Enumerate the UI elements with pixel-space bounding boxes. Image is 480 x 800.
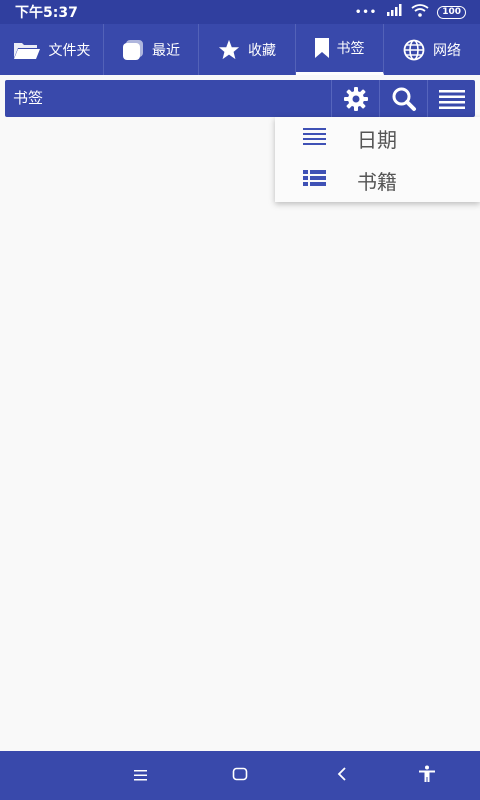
settings-button[interactable] bbox=[331, 80, 379, 117]
search-icon bbox=[391, 86, 417, 112]
status-bar: 下午5:37 ••• 100 bbox=[0, 0, 480, 24]
star-icon bbox=[218, 39, 240, 61]
tab-recent[interactable]: 最近 bbox=[104, 24, 199, 75]
bookmark-icon bbox=[314, 38, 329, 58]
tab-label: 书签 bbox=[336, 41, 365, 57]
tab-favorites[interactable]: 收藏 bbox=[199, 24, 296, 75]
status-icons: ••• 100 bbox=[355, 3, 466, 21]
tab-label: 收藏 bbox=[248, 42, 276, 59]
view-menu-button[interactable] bbox=[427, 80, 475, 117]
folder-icon bbox=[13, 40, 41, 60]
view-mode-dropdown: 日期 书籍 bbox=[275, 117, 480, 202]
menu-lines-icon bbox=[438, 88, 466, 110]
system-navigation-bar bbox=[0, 751, 480, 800]
tab-bookmarks[interactable]: 书签 bbox=[296, 24, 384, 75]
wifi-icon bbox=[411, 3, 429, 21]
tab-label: 网络 bbox=[433, 42, 461, 59]
toolbar-title: 书签 bbox=[13, 89, 44, 107]
menu-item-book[interactable]: 书籍 bbox=[275, 159, 480, 201]
menu-item-label: 日期 bbox=[357, 127, 397, 152]
tab-label: 文件夹 bbox=[48, 42, 91, 59]
back-chevron-icon bbox=[336, 766, 348, 786]
detailed-list-icon bbox=[303, 169, 327, 191]
tab-network[interactable]: 网络 bbox=[384, 24, 480, 75]
search-button[interactable] bbox=[379, 80, 427, 117]
recent-icon bbox=[122, 39, 144, 61]
home-square-icon bbox=[232, 766, 248, 785]
back-button[interactable] bbox=[322, 751, 362, 800]
home-button[interactable] bbox=[220, 751, 260, 800]
bookmark-list-area bbox=[0, 117, 480, 751]
tab-bar: 文件夹 最近 收藏 书签 网络 bbox=[0, 24, 480, 75]
list-icon bbox=[303, 127, 327, 149]
status-time: 下午5:37 bbox=[15, 5, 78, 21]
notification-dots-icon: ••• bbox=[355, 6, 378, 18]
recent-apps-button[interactable] bbox=[121, 751, 161, 800]
menu-item-label: 书籍 bbox=[357, 169, 397, 194]
bookmarks-toolbar: 书签 bbox=[5, 80, 475, 117]
menu-item-date[interactable]: 日期 bbox=[275, 117, 480, 159]
tab-label: 最近 bbox=[152, 42, 180, 59]
accessibility-icon bbox=[418, 765, 436, 787]
globe-icon bbox=[403, 39, 425, 61]
gear-icon bbox=[343, 86, 369, 112]
tab-folders[interactable]: 文件夹 bbox=[0, 24, 104, 75]
battery-icon: 100 bbox=[437, 5, 466, 19]
accessibility-button[interactable] bbox=[407, 751, 447, 800]
signal-icon bbox=[385, 4, 403, 20]
menu-icon bbox=[133, 766, 149, 785]
